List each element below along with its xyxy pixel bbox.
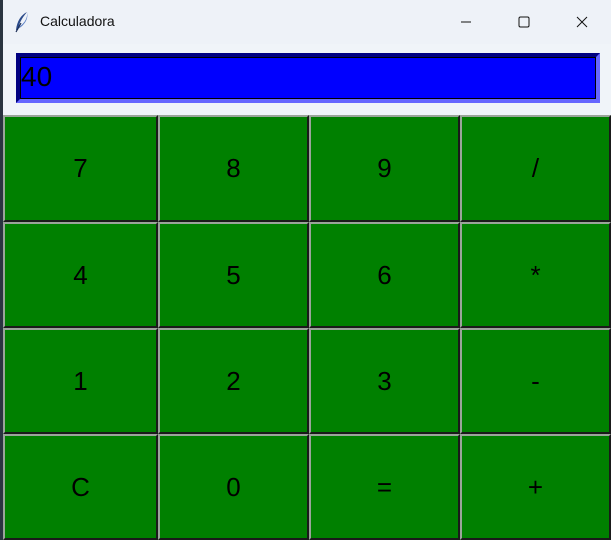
add-button[interactable]: + — [460, 434, 611, 540]
divide-button[interactable]: / — [460, 115, 611, 222]
key-0-button[interactable]: 0 — [158, 434, 309, 540]
close-button[interactable] — [553, 0, 611, 44]
keypad: 7 8 9 / 4 5 6 * 1 2 3 - C 0 = + — [3, 115, 611, 540]
key-5-button[interactable]: 5 — [158, 222, 309, 328]
equals-button[interactable]: = — [309, 434, 460, 540]
key-6-button[interactable]: 6 — [309, 222, 460, 328]
display-entry[interactable]: 40 — [16, 53, 600, 103]
key-4-button[interactable]: 4 — [3, 222, 158, 328]
key-1-button[interactable]: 1 — [3, 328, 158, 434]
key-7-button[interactable]: 7 — [3, 115, 158, 222]
maximize-button[interactable] — [495, 0, 553, 44]
title-bar[interactable]: Calculadora — [3, 0, 611, 44]
minimize-icon — [460, 13, 472, 32]
key-2-button[interactable]: 2 — [158, 328, 309, 434]
close-icon — [576, 13, 588, 32]
key-8-button[interactable]: 8 — [158, 115, 309, 222]
minimize-button[interactable] — [437, 0, 495, 44]
feather-icon — [13, 11, 31, 33]
clear-button[interactable]: C — [3, 434, 158, 540]
calculator-window: Calculadora 40 7 8 9 / 4 5 6 * 1 2 3 - C… — [3, 0, 611, 540]
multiply-button[interactable]: * — [460, 222, 611, 328]
maximize-icon — [518, 13, 530, 32]
subtract-button[interactable]: - — [460, 328, 611, 434]
key-9-button[interactable]: 9 — [309, 115, 460, 222]
key-3-button[interactable]: 3 — [309, 328, 460, 434]
window-title: Calculadora — [40, 13, 115, 29]
display-area: 40 — [3, 44, 611, 115]
